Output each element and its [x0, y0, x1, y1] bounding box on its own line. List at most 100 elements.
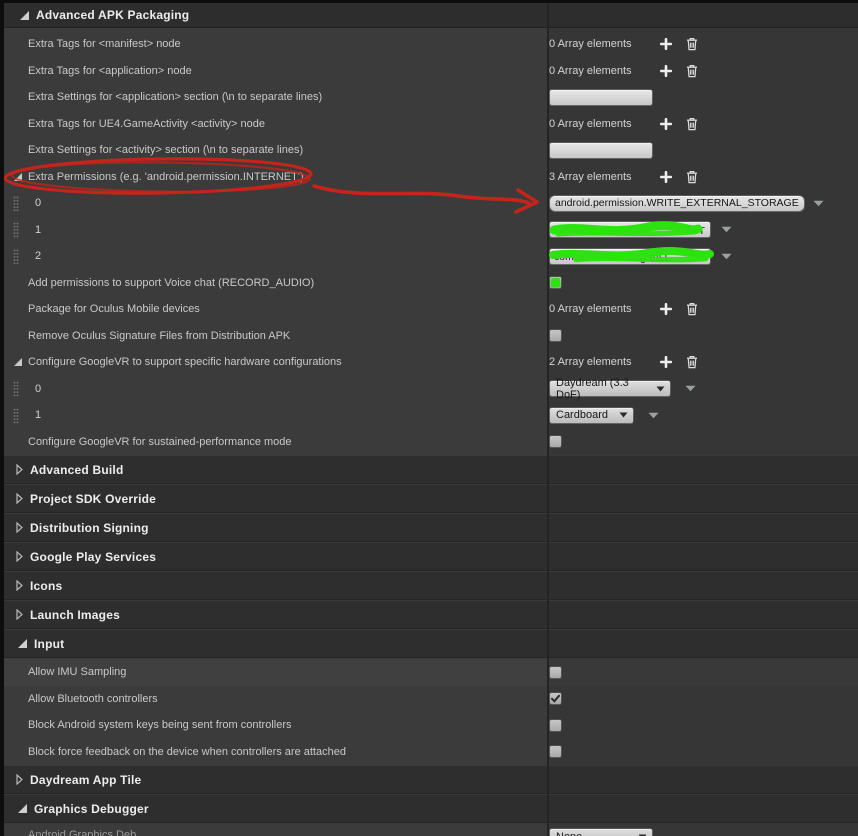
category-advanced-apk-packaging[interactable]: Advanced APK Packaging: [4, 3, 858, 28]
category-graphics-debugger[interactable]: Graphics Debugger: [4, 794, 858, 823]
block-force-feedback-checkbox[interactable]: [549, 745, 562, 758]
allow-bluetooth-controllers-checkbox[interactable]: [549, 692, 562, 705]
element-options-caret-icon[interactable]: [648, 412, 659, 419]
permission-field-2-redacted[interactable]: com.an ding BILL: [549, 248, 711, 265]
array-element-row: 0 android.permission.WRITE_EXTERNAL_STOR…: [4, 190, 858, 217]
setting-label: Extra Tags for <manifest> node: [28, 38, 181, 50]
setting-label: Allow IMU Sampling: [28, 666, 126, 678]
category-project-sdk-override[interactable]: Project SDK Override: [4, 484, 858, 513]
extra-activity-settings-input[interactable]: [549, 142, 653, 159]
element-options-caret-icon[interactable]: [721, 226, 732, 233]
expanded-arrow-icon: [20, 11, 29, 20]
dropdown-value: None: [556, 831, 582, 836]
delete-elements-icon[interactable]: [685, 37, 699, 51]
category-icons[interactable]: Icons: [4, 571, 858, 600]
category-google-play-services[interactable]: Google Play Services: [4, 542, 858, 571]
dropdown-caret-icon: [619, 412, 628, 418]
setting-row: Block force feedback on the device when …: [4, 739, 858, 766]
add-element-icon[interactable]: [659, 302, 673, 316]
dropdown-value: Daydream (3.3 DoF): [556, 377, 656, 401]
delete-elements-icon[interactable]: [685, 117, 699, 131]
category-title: Launch Images: [30, 608, 120, 622]
allow-imu-sampling-checkbox[interactable]: [549, 666, 562, 679]
block-system-keys-checkbox[interactable]: [549, 719, 562, 732]
setting-row: Extra Settings for <activity> section (\…: [4, 137, 858, 164]
delete-elements-icon[interactable]: [685, 302, 699, 316]
category-input[interactable]: Input: [4, 629, 858, 658]
setting-label: Extra Tags for <application> node: [28, 65, 192, 77]
category-distribution-signing[interactable]: Distribution Signing: [4, 513, 858, 542]
expanded-arrow-icon[interactable]: [14, 358, 22, 366]
setting-label: Configure GoogleVR to support specific h…: [28, 356, 342, 368]
category-daydream-app-tile[interactable]: Daydream App Tile: [4, 765, 858, 794]
array-count: 0 Array elements: [549, 65, 659, 77]
remove-oculus-sig-checkbox[interactable]: [549, 329, 562, 342]
add-element-icon[interactable]: [659, 37, 673, 51]
collapsed-arrow-icon: [16, 609, 23, 620]
delete-elements-icon[interactable]: [685, 355, 699, 369]
element-options-caret-icon[interactable]: [813, 200, 824, 207]
add-element-icon[interactable]: [659, 64, 673, 78]
setting-row: Add permissions to support Voice chat (R…: [4, 270, 858, 297]
setting-row: Extra Tags for <application> node 0 Arra…: [4, 58, 858, 85]
element-index: 1: [35, 409, 41, 421]
array-element-row: 2 com.an ding BILL: [4, 243, 858, 270]
setting-label: Package for Oculus Mobile devices: [28, 303, 200, 315]
add-element-icon[interactable]: [659, 355, 673, 369]
clipped-bottom-row: Android Graphics Deb None: [4, 823, 858, 836]
dropdown-value: Cardboard: [556, 409, 608, 421]
panel-top-border: [0, 0, 858, 3]
setting-row: Allow Bluetooth controllers: [4, 686, 858, 713]
input-rows-area: Allow IMU Sampling Allow Bluetooth contr…: [4, 658, 858, 765]
category-title: Graphics Debugger: [34, 802, 149, 816]
array-count: 2 Array elements: [549, 356, 659, 368]
setting-label: Block Android system keys being sent fro…: [28, 719, 292, 731]
array-element-row: 1 T: [4, 217, 858, 244]
android-graphics-debugger-dropdown[interactable]: None: [549, 828, 653, 836]
googlevr-mode-dropdown-1[interactable]: Cardboard: [549, 407, 634, 424]
expanded-arrow-icon: [18, 804, 27, 813]
setting-row: Extra Tags for UE4.GameActivity <activit…: [4, 111, 858, 138]
sustained-performance-checkbox[interactable]: [549, 435, 562, 448]
add-element-icon[interactable]: [659, 170, 673, 184]
element-options-caret-icon[interactable]: [721, 253, 732, 260]
add-element-icon[interactable]: [659, 117, 673, 131]
category-title: Input: [34, 637, 64, 651]
category-title: Daydream App Tile: [30, 773, 141, 787]
redaction-scribble: [551, 278, 560, 287]
element-index: 1: [35, 224, 41, 236]
category-launch-images[interactable]: Launch Images: [4, 600, 858, 629]
setting-row: Package for Oculus Mobile devices 0 Arra…: [4, 296, 858, 323]
delete-elements-icon[interactable]: [685, 170, 699, 184]
setting-label: Extra Settings for <activity> section (\…: [28, 144, 303, 156]
redaction-scribble: [548, 222, 716, 239]
collapsed-arrow-icon: [16, 493, 23, 504]
delete-elements-icon[interactable]: [685, 64, 699, 78]
category-title: Icons: [30, 579, 62, 593]
permission-field-0[interactable]: android.permission.WRITE_EXTERNAL_STORAG…: [549, 195, 805, 212]
setting-row: Extra Settings for <application> section…: [4, 84, 858, 111]
category-title: Google Play Services: [30, 550, 156, 564]
googlevr-mode-dropdown-0[interactable]: Daydream (3.3 DoF): [549, 380, 671, 397]
expanded-arrow-icon[interactable]: [14, 173, 22, 181]
array-element-row: 0 Daydream (3.3 DoF): [4, 376, 858, 403]
collapsed-arrow-icon: [16, 522, 23, 533]
setting-label: Block force feedback on the device when …: [28, 746, 346, 758]
drag-handle-icon[interactable]: [13, 248, 19, 265]
collapsed-arrow-icon: [16, 774, 23, 785]
setting-label: Extra Tags for UE4.GameActivity <activit…: [28, 118, 265, 130]
drag-handle-icon[interactable]: [13, 221, 19, 238]
category-advanced-build[interactable]: Advanced Build: [4, 455, 858, 484]
drag-handle-icon[interactable]: [13, 380, 19, 397]
permission-field-1-redacted[interactable]: T: [549, 221, 711, 238]
category-title: Advanced Build: [30, 463, 123, 477]
array-count: 0 Array elements: [549, 118, 659, 130]
project-settings-panel: Advanced APK Packaging Extra Tags for <m…: [0, 0, 858, 836]
voice-chat-checkbox-redacted[interactable]: [549, 276, 562, 289]
array-count: 3 Array elements: [549, 171, 659, 183]
extra-application-settings-input[interactable]: [549, 89, 653, 106]
element-options-caret-icon[interactable]: [685, 385, 696, 392]
drag-handle-icon[interactable]: [13, 195, 19, 212]
collapsed-arrow-icon: [16, 551, 23, 562]
drag-handle-icon[interactable]: [13, 407, 19, 424]
